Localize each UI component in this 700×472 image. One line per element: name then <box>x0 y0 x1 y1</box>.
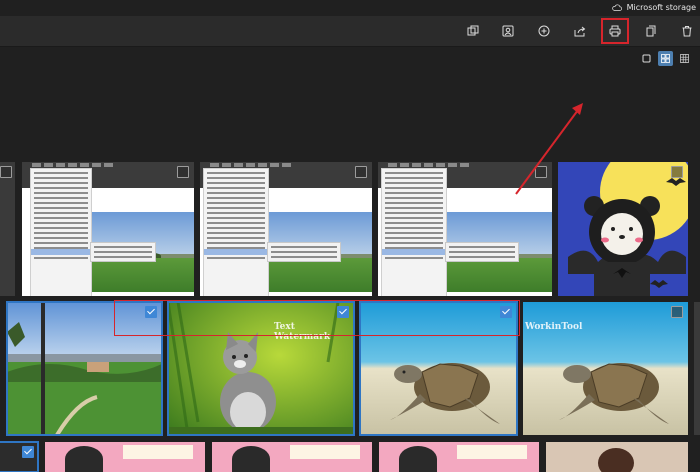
storage-indicator[interactable]: Microsoft storage <box>611 0 696 14</box>
poster-badge <box>65 446 103 472</box>
view-mode-switch <box>639 51 692 66</box>
share-button[interactable] <box>572 24 588 38</box>
turtle-thumbnail[interactable] <box>359 301 518 436</box>
photo-thumbnail[interactable] <box>0 441 39 472</box>
select-checkbox[interactable] <box>22 446 34 458</box>
copy-to-icon <box>646 25 656 37</box>
submenu <box>267 242 341 262</box>
delete-button[interactable] <box>679 24 695 38</box>
duplicate-button[interactable] <box>465 24 481 38</box>
poster-label <box>123 445 193 459</box>
landscape-image <box>7 302 162 435</box>
photo-thumbnail[interactable] <box>0 162 15 296</box>
poster-label <box>290 445 360 459</box>
poster-badge <box>232 446 270 472</box>
add-button[interactable] <box>536 24 552 38</box>
file-menu <box>203 168 269 296</box>
storage-label: Microsoft storage <box>626 2 696 12</box>
people-button[interactable] <box>500 24 516 38</box>
poster-badge <box>399 446 437 472</box>
select-checkbox[interactable] <box>0 166 12 178</box>
select-checkbox[interactable] <box>500 306 512 318</box>
share-icon <box>574 26 586 37</box>
copy-to-button[interactable] <box>643 24 659 38</box>
select-checkbox[interactable] <box>355 166 367 178</box>
photo-thumbnail[interactable] <box>378 162 552 296</box>
submenu <box>445 242 519 262</box>
photo-thumbnail[interactable] <box>22 162 194 296</box>
poster-label <box>457 445 527 459</box>
bear-illustration <box>558 162 688 296</box>
select-checkbox[interactable] <box>145 306 157 318</box>
select-checkbox[interactable] <box>337 306 349 318</box>
select-checkbox[interactable] <box>535 166 547 178</box>
medium-grid-button[interactable] <box>658 51 673 66</box>
print-button[interactable] <box>601 18 629 44</box>
kitten-thumbnail[interactable]: Text Watermark <box>167 301 355 436</box>
select-checkbox[interactable] <box>671 166 683 178</box>
file-menu <box>30 168 92 296</box>
printer-icon <box>609 25 621 37</box>
text-watermark: WorkinTool <box>525 322 583 332</box>
grid-icon <box>661 54 670 63</box>
file-menu <box>381 168 447 296</box>
select-checkbox[interactable] <box>177 166 189 178</box>
small-grid-button[interactable] <box>677 51 692 66</box>
bear-cartoon-thumbnail[interactable] <box>558 162 688 296</box>
poster-thumbnail[interactable] <box>212 442 372 472</box>
select-checkbox[interactable] <box>671 306 683 318</box>
plus-circle-icon <box>538 25 550 37</box>
cloud-icon <box>611 3 622 11</box>
people-icon <box>502 25 514 37</box>
toolbar <box>0 16 700 47</box>
photo-thumbnail[interactable] <box>694 302 700 435</box>
turtle-image <box>360 302 517 435</box>
text-watermark: Text Watermark <box>274 322 331 342</box>
single-view-button[interactable] <box>639 51 654 66</box>
square-icon <box>642 54 651 63</box>
portrait-face <box>598 448 634 472</box>
trash-icon <box>682 26 692 37</box>
photo-thumbnail[interactable] <box>200 162 372 296</box>
submenu <box>90 242 156 262</box>
title-bar: Microsoft storage <box>0 0 700 16</box>
copy-icon <box>467 25 479 36</box>
turtle-thumbnail[interactable]: WorkinTool <box>523 302 688 435</box>
small-grid-icon <box>680 54 689 63</box>
landscape-thumbnail[interactable] <box>6 301 163 436</box>
poster-thumbnail[interactable] <box>45 442 205 472</box>
poster-thumbnail[interactable] <box>379 442 539 472</box>
portrait-thumbnail[interactable] <box>546 442 688 472</box>
